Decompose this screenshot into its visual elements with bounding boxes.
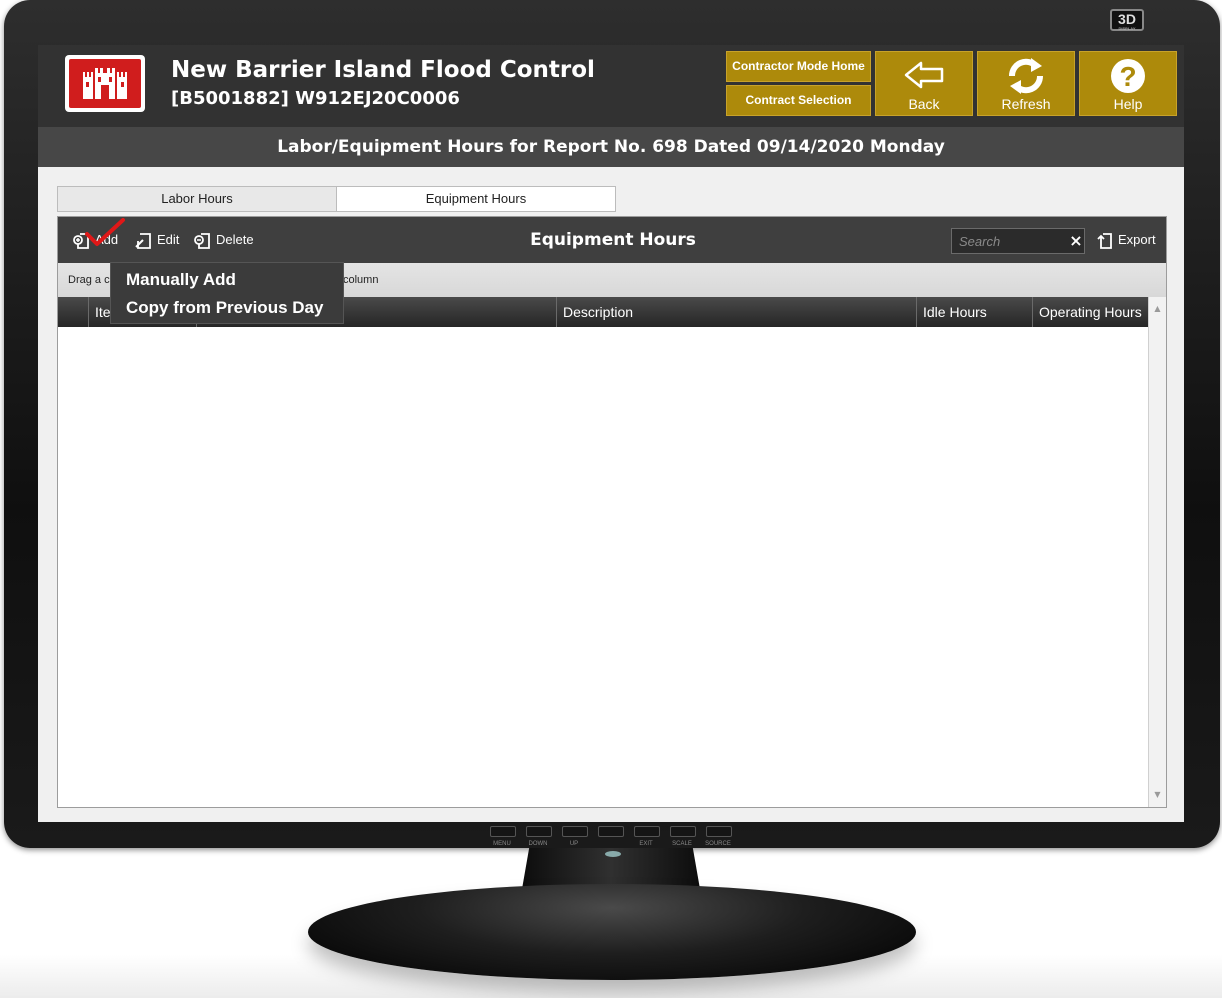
grid-scrollbar[interactable]: ▲ ▼: [1148, 297, 1166, 807]
monitor-source-button[interactable]: [706, 826, 732, 837]
usace-logo: [65, 55, 145, 112]
export-button[interactable]: Export: [1095, 217, 1156, 263]
column-header-operating-hours[interactable]: Operating Hours: [1032, 297, 1148, 327]
app-screen: New Barrier Island Flood Control [B50018…: [38, 45, 1184, 822]
group-bar-text-left: Drag a c: [68, 274, 110, 286]
monitor-scale-button[interactable]: [670, 826, 696, 837]
monitor-source-label: SOURCE: [705, 841, 731, 847]
edit-button[interactable]: Edit: [134, 217, 179, 263]
monitor-scale-label: SCALE: [672, 841, 692, 847]
monitor-exit-button[interactable]: [634, 826, 660, 837]
monitor-power-button[interactable]: [598, 826, 624, 837]
back-label: Back: [908, 96, 940, 112]
refresh-label: Refresh: [1001, 96, 1051, 112]
refresh-button[interactable]: Refresh: [977, 51, 1075, 116]
project-title: New Barrier Island Flood Control: [171, 57, 595, 83]
back-button[interactable]: Back: [875, 51, 973, 116]
edit-label: Edit: [157, 232, 180, 247]
export-icon: [1097, 232, 1112, 249]
monitor-menu-button[interactable]: [490, 826, 516, 837]
tab-equipment-hours[interactable]: Equipment Hours: [336, 186, 616, 212]
help-label: Help: [1113, 96, 1143, 112]
monitor-up-button[interactable]: [562, 826, 588, 837]
svg-text:?: ?: [1119, 61, 1136, 92]
page-title: Labor/Equipment Hours for Report No. 698…: [38, 127, 1184, 167]
group-bar-text-right: column: [343, 274, 379, 286]
delete-label: Delete: [216, 232, 254, 247]
edit-icon: [135, 232, 151, 249]
monitor-exit-label: EXIT: [639, 841, 653, 847]
power-led: [605, 851, 621, 857]
project-contract-number: [B5001882] W912EJ20C0006: [171, 88, 460, 109]
contractor-mode-home-button[interactable]: Contractor Mode Home: [726, 51, 871, 82]
red-checkmark-icon: [85, 218, 125, 246]
menu-item-copy-from-previous-day[interactable]: Copy from Previous Day: [126, 298, 323, 318]
monitor-down-button[interactable]: [526, 826, 552, 837]
help-question-icon: ?: [1111, 59, 1145, 93]
contract-selection-button[interactable]: Contract Selection: [726, 85, 871, 116]
row-selector-header: [58, 297, 88, 327]
delete-button[interactable]: Delete: [193, 217, 254, 263]
export-label: Export: [1118, 232, 1156, 247]
search-box: [951, 228, 1085, 254]
clear-search-icon[interactable]: ×: [1068, 228, 1084, 254]
scroll-down-icon[interactable]: ▼: [1149, 787, 1166, 803]
column-header-description[interactable]: Description: [556, 297, 916, 327]
back-arrow-icon: [904, 61, 944, 89]
column-header-idle-hours[interactable]: Idle Hours: [916, 297, 1032, 327]
castle-icon: [83, 68, 127, 99]
monitor-menu-label: MENU: [493, 841, 511, 847]
search-input[interactable]: [952, 229, 1060, 253]
help-button[interactable]: ? Help: [1079, 51, 1177, 116]
refresh-icon: [1008, 58, 1044, 94]
scroll-up-icon[interactable]: ▲: [1149, 301, 1166, 317]
monitor-down-label: DOWN: [528, 841, 548, 847]
grid-toolbar: Add Edit Delete Equipment Hours ×: [58, 217, 1166, 263]
menu-item-manually-add[interactable]: Manually Add: [126, 270, 236, 290]
delete-icon: [194, 232, 210, 249]
tab-labor-hours[interactable]: Labor Hours: [57, 186, 337, 212]
3d-display-badge: 3D DISPLAY: [1110, 9, 1144, 31]
monitor-up-label: UP: [569, 841, 579, 847]
add-dropdown-menu: Manually Add Copy from Previous Day: [110, 262, 344, 324]
monitor-stand: [308, 884, 916, 980]
grid-title: Equipment Hours: [530, 230, 696, 250]
